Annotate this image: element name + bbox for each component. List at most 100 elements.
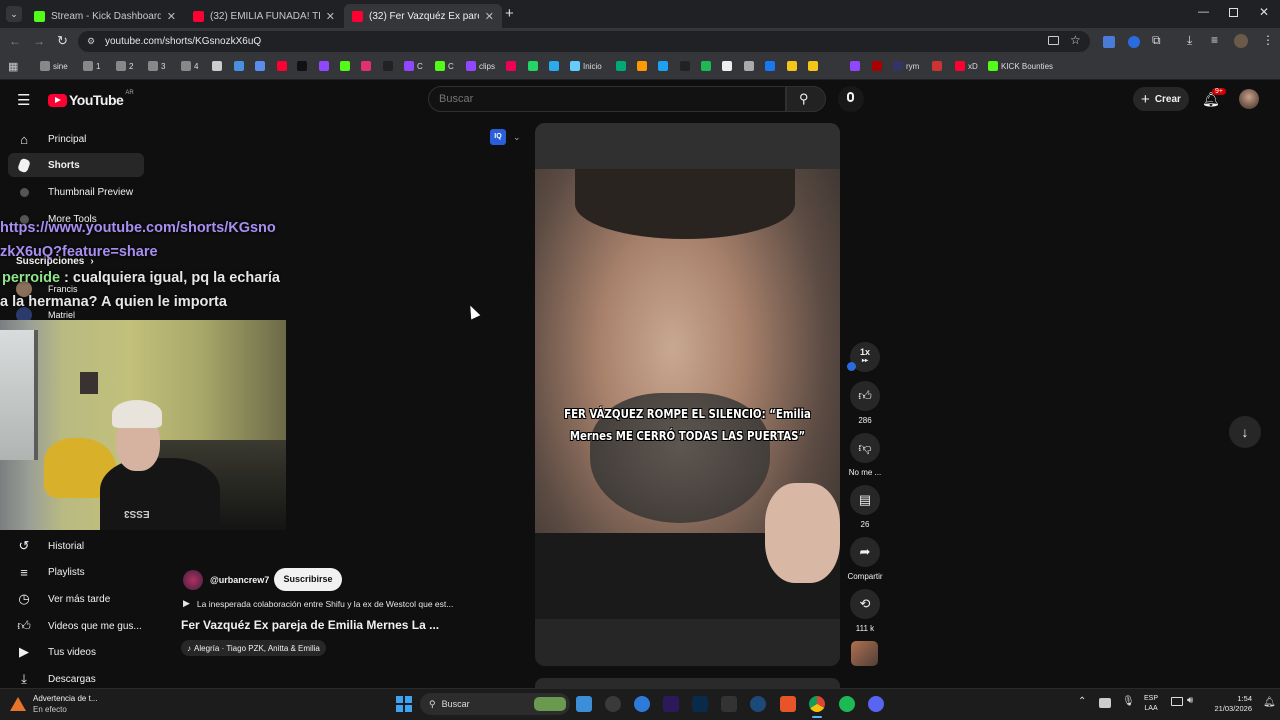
- bookmark-item[interactable]: [319, 61, 332, 71]
- bookmark-item[interactable]: [297, 61, 310, 71]
- bookmark-item[interactable]: [616, 61, 629, 71]
- comment-action[interactable]: ▤ 26: [849, 485, 881, 529]
- bookmark-item[interactable]: [506, 61, 519, 71]
- share-action[interactable]: ➦ Compartir: [847, 537, 883, 581]
- dislike-action[interactable]: 👎︎ No me ...: [849, 433, 881, 477]
- sidebar-item-thumbnail-preview[interactable]: Thumbnail Preview: [8, 180, 144, 204]
- bookmark-item[interactable]: [637, 61, 650, 71]
- short-title[interactable]: Fer Vazquéz Ex pareja de Emilia Mernes L…: [181, 618, 439, 632]
- bookmark-item[interactable]: [701, 61, 714, 71]
- tray-app-icon[interactable]: [1099, 698, 1111, 708]
- bookmark-item[interactable]: [383, 61, 396, 71]
- bookmark-item[interactable]: [255, 61, 268, 71]
- forward-icon[interactable]: →: [33, 34, 45, 48]
- bookmark-item[interactable]: sine: [40, 61, 68, 71]
- bookmark-item[interactable]: [277, 61, 290, 71]
- profile-avatar-icon[interactable]: [1234, 34, 1248, 48]
- back-icon[interactable]: ←: [9, 34, 21, 48]
- language-indicator[interactable]: ESP LAA: [1144, 694, 1158, 714]
- dislike-icon[interactable]: 👎︎: [850, 433, 880, 463]
- bookmark-item[interactable]: [528, 61, 541, 71]
- taskbar-app-brave[interactable]: [780, 696, 796, 712]
- taskbar-search[interactable]: ⚲ Buscar: [420, 693, 570, 715]
- notifications-button[interactable]: 🔔︎ 9+: [1202, 88, 1226, 109]
- clock[interactable]: 1:54 21/03/2026: [1206, 694, 1252, 714]
- next-short-button[interactable]: ↓: [1229, 416, 1261, 448]
- taskbar-app-steam[interactable]: [750, 696, 766, 712]
- minimize-icon[interactable]: —: [1198, 6, 1209, 18]
- create-button[interactable]: + Crear: [1133, 87, 1189, 111]
- bookmark-item[interactable]: clips: [466, 61, 495, 71]
- short-video-player[interactable]: FER VÁZQUEZ ROMPE EL SILENCIO: “Emilia M…: [535, 123, 840, 666]
- bookmark-item[interactable]: [808, 61, 821, 71]
- close-icon[interactable]: ✕: [167, 10, 176, 23]
- bookmark-item[interactable]: [340, 61, 353, 71]
- close-icon[interactable]: ✕: [485, 10, 494, 23]
- bookmark-item[interactable]: [234, 61, 247, 71]
- voice-search-button[interactable]: [838, 86, 864, 112]
- taskbar-app-epic-games[interactable]: [721, 696, 737, 712]
- bookmark-item[interactable]: rym: [893, 61, 919, 71]
- bookmark-item[interactable]: xD: [955, 61, 978, 71]
- bookmark-item[interactable]: Inicio: [570, 61, 602, 71]
- reload-icon[interactable]: ↻: [57, 33, 68, 49]
- hamburger-menu-icon[interactable]: ☰: [17, 91, 30, 109]
- taskbar-app-photoshop[interactable]: [692, 696, 708, 712]
- tray-mic-icon[interactable]: 🎙︎: [1122, 696, 1135, 707]
- bookmark-item[interactable]: [722, 61, 735, 71]
- taskbar-app-discord[interactable]: [868, 696, 884, 712]
- network-icon[interactable]: [1171, 697, 1183, 706]
- channel-avatar[interactable]: [183, 570, 203, 590]
- bookmark-item[interactable]: C: [435, 61, 454, 71]
- apps-grid-icon[interactable]: ▦: [8, 60, 18, 73]
- comment-icon[interactable]: ▤: [850, 485, 880, 515]
- browser-tab-3[interactable]: (32) Fer Vazquéz Ex pareja ... ✕: [344, 4, 502, 28]
- bookmark-item[interactable]: [549, 61, 562, 71]
- site-info-icon[interactable]: ⚙: [87, 36, 95, 47]
- sidebar-item-shorts[interactable]: Shorts: [8, 153, 144, 177]
- extension-toggle[interactable]: IQ ⌄: [490, 129, 521, 145]
- account-avatar[interactable]: [1239, 89, 1259, 109]
- new-tab-button[interactable]: +: [505, 5, 514, 22]
- like-icon[interactable]: 👍︎: [850, 381, 880, 411]
- sidebar-item-videos-que-me-gustan[interactable]: 👍︎ Videos que me gus...: [8, 614, 144, 638]
- close-window-icon[interactable]: ✕: [1259, 5, 1269, 19]
- taskbar-app-chrome[interactable]: [809, 696, 825, 712]
- search-input[interactable]: [428, 86, 786, 112]
- bookmark-item[interactable]: KICK Bounties: [988, 61, 1053, 71]
- bookmark-item[interactable]: [850, 61, 863, 71]
- tab-search-button[interactable]: ⌄: [6, 6, 22, 22]
- taskbar-app-spotify[interactable]: [839, 696, 855, 712]
- bookmark-star-icon[interactable]: ☆: [1070, 33, 1081, 47]
- chrome-menu-icon[interactable]: ⋮: [1262, 33, 1274, 47]
- bookmark-item[interactable]: [932, 61, 945, 71]
- description-row[interactable]: ▶ La inesperada colaboración entre Shifu…: [183, 598, 453, 609]
- sidebar-item-tus-videos[interactable]: ▶ Tus videos: [8, 640, 144, 664]
- bookmark-item[interactable]: 1: [83, 61, 100, 71]
- restore-icon[interactable]: [1229, 8, 1238, 17]
- bookmark-item[interactable]: [680, 61, 693, 71]
- taskbar-app-obs[interactable]: [605, 696, 621, 712]
- sidebar-item-playlists[interactable]: ≡ Playlists: [8, 560, 144, 584]
- taskbar-app-file-explorer[interactable]: [576, 696, 592, 712]
- sound-thumbnail[interactable]: [851, 641, 878, 666]
- bookmark-item[interactable]: C: [404, 61, 423, 71]
- bookmark-item[interactable]: [787, 61, 800, 71]
- subscribe-button[interactable]: Suscribirse: [274, 568, 342, 591]
- tray-overflow-icon[interactable]: ⌃: [1078, 696, 1086, 707]
- bookmark-item[interactable]: [658, 61, 671, 71]
- youtube-logo[interactable]: YouTube AR: [48, 90, 134, 108]
- download-toolbar-icon[interactable]: ⤓: [1187, 33, 1192, 48]
- bookmark-item[interactable]: [765, 61, 778, 71]
- bookmark-item[interactable]: [361, 61, 374, 71]
- search-button[interactable]: ⚲: [786, 86, 826, 112]
- extensions-icon[interactable]: ⧉: [1152, 33, 1161, 48]
- music-chip[interactable]: ♪ Alegría · Tiago PZK, Anitta & Emilia: [181, 640, 326, 656]
- remix-icon[interactable]: ⟲: [850, 589, 880, 619]
- sidebar-item-principal[interactable]: ⌂ Principal: [8, 127, 144, 151]
- share-icon[interactable]: ➦: [850, 537, 880, 567]
- sidebar-item-ver-mas-tarde[interactable]: ◷ Ver más tarde: [8, 587, 144, 611]
- channel-handle[interactable]: @urbancrew7: [210, 575, 269, 585]
- close-icon[interactable]: ✕: [326, 10, 335, 23]
- taskbar-app-c[interactable]: [634, 696, 650, 712]
